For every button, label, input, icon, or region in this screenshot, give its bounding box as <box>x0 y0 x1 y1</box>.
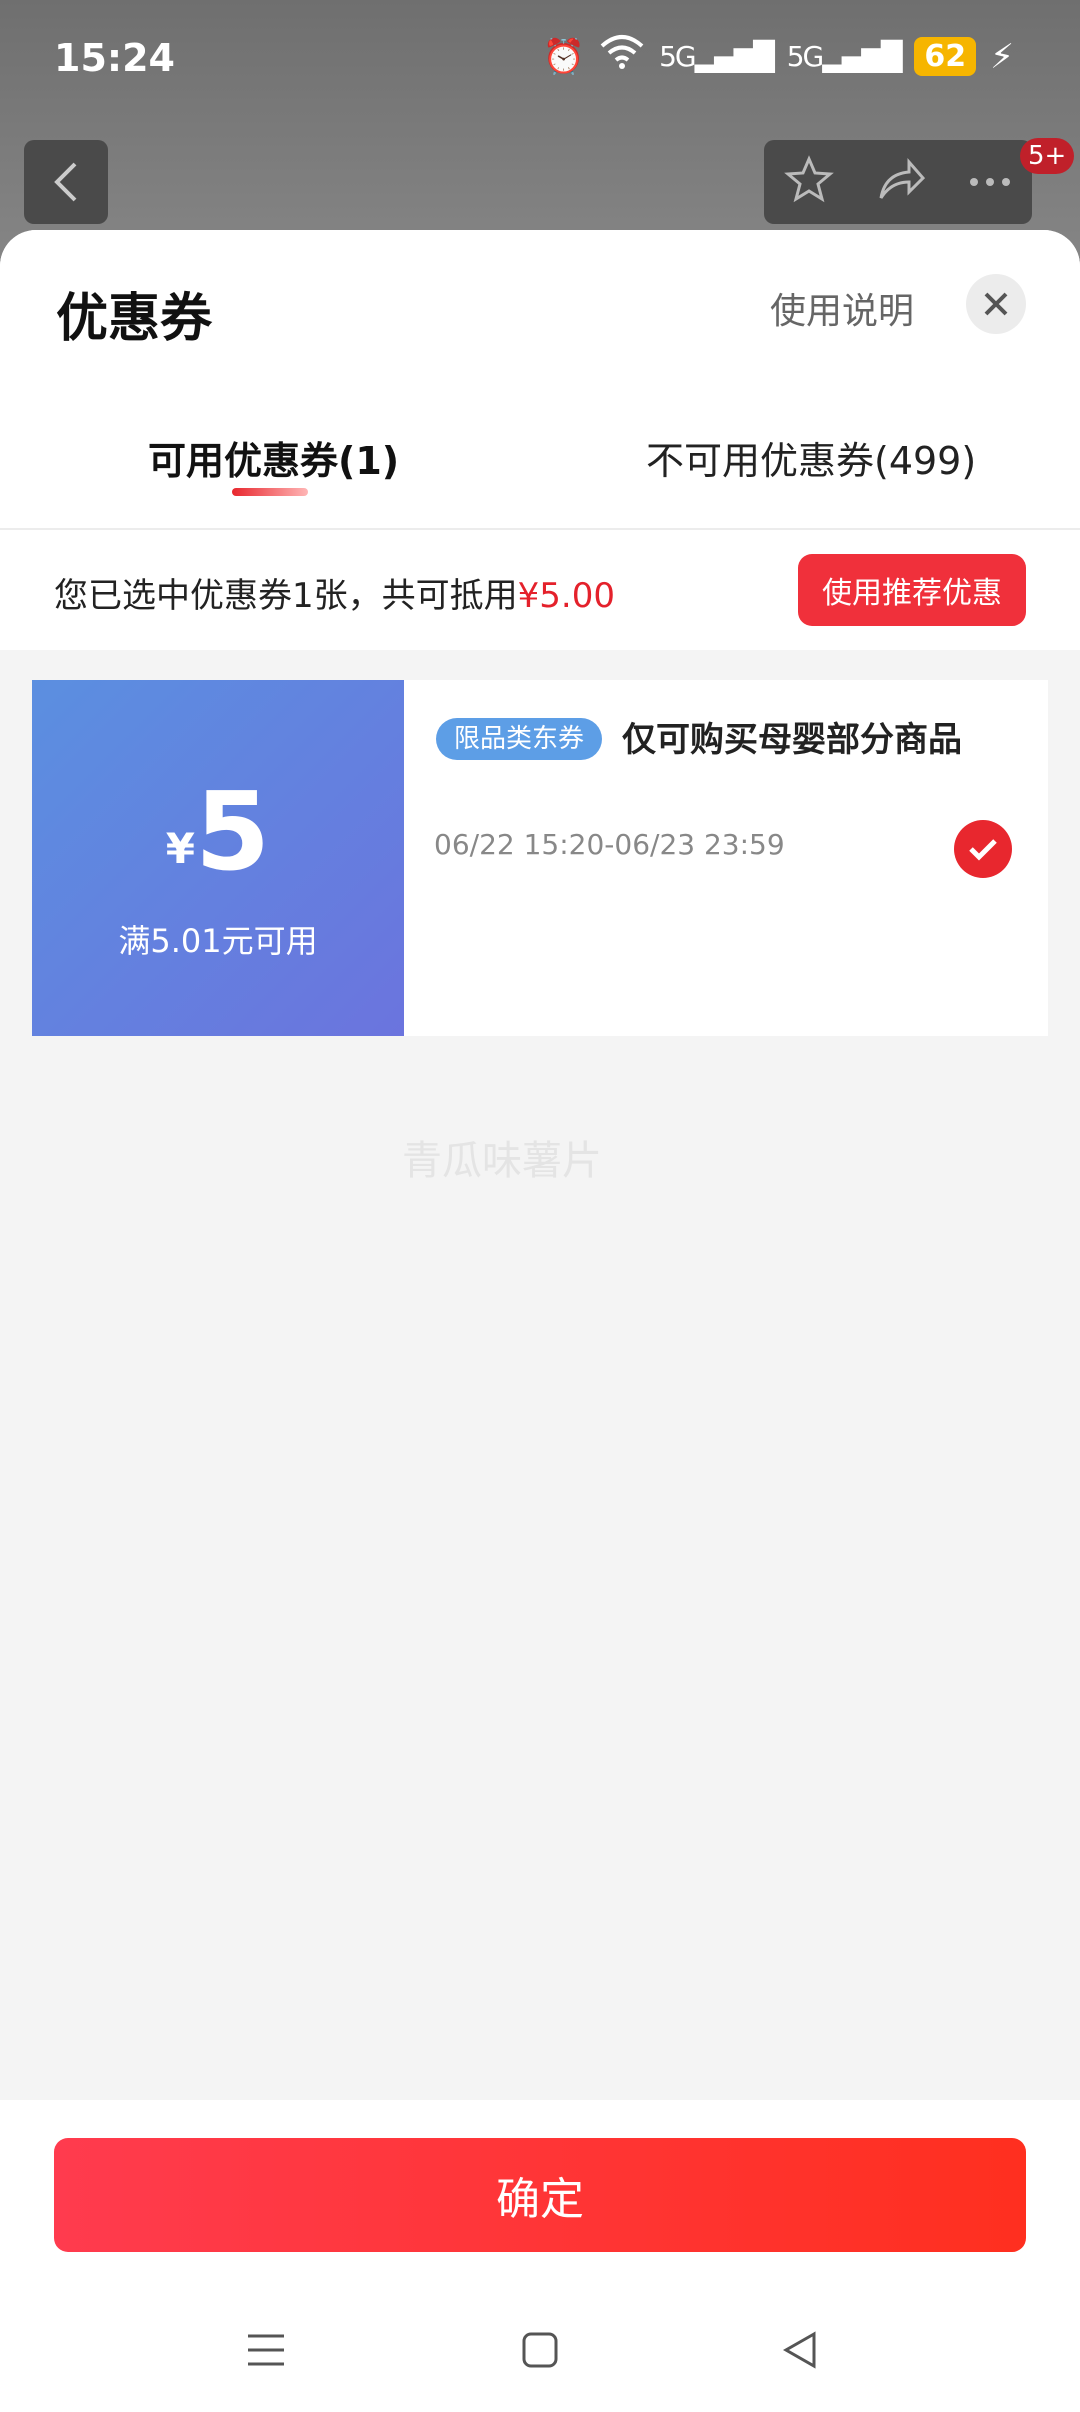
coupon-validity: 06/22 15:20-06/23 23:59 <box>434 828 785 861</box>
signal-icon-2: 5G▂▄▆█ <box>786 40 903 73</box>
sheet-title: 优惠券 <box>56 289 213 349</box>
tab-unavailable-coupons[interactable]: 不可用优惠券(499) <box>646 430 976 485</box>
sheet-footer: 确定 <box>0 2100 1080 2412</box>
coupon-card[interactable]: ¥5 满5.01元可用 仅可购买母婴部分商品 限品类东券 06/22 15:20… <box>24 680 1048 1036</box>
favorite-button[interactable] <box>784 155 835 209</box>
currency-symbol: ¥ <box>165 824 196 873</box>
share-icon <box>879 158 926 199</box>
back-nav-button[interactable] <box>770 2320 830 2380</box>
coupon-selected-checkbox[interactable] <box>954 820 1012 878</box>
system-navigation-bar <box>0 2300 1080 2412</box>
usage-instructions-link[interactable]: 使用说明 <box>770 282 914 334</box>
star-icon <box>784 155 835 203</box>
tab-available-coupons[interactable]: 可用优惠券(1) <box>148 430 399 485</box>
summary-text: 您已选中优惠券1张，共可抵用¥5.00 <box>54 568 615 617</box>
coupon-amount: 5 <box>195 770 271 895</box>
close-button[interactable] <box>966 274 1026 334</box>
sheet-header: 优惠券 使用说明 可用优惠券(1) 不可用优惠券(499) <box>0 230 1080 530</box>
summary-prefix: 您已选中优惠券1张，共可抵用 <box>54 576 518 616</box>
alarm-icon: ⏰ <box>542 36 586 77</box>
more-icon <box>969 177 1010 186</box>
chevron-left-icon <box>54 162 77 202</box>
use-recommended-button[interactable]: 使用推荐优惠 <box>798 554 1026 626</box>
active-tab-indicator <box>232 488 308 496</box>
selection-summary: 您已选中优惠券1张，共可抵用¥5.00 使用推荐优惠 <box>0 530 1080 650</box>
triangle-back-icon <box>782 2331 816 2369</box>
status-bar: 15:24 ⏰ 5G▂▄▆█ 5G▂▄▆█ 62 ⚡ <box>0 0 1080 120</box>
coupon-sheet: 优惠券 使用说明 可用优惠券(1) 不可用优惠券(499) 您已选中优惠券1张，… <box>0 230 1080 2412</box>
wifi-icon <box>599 34 645 79</box>
status-time: 15:24 <box>54 36 175 80</box>
top-actions <box>764 140 1032 224</box>
battery-indicator: 62 <box>914 37 977 76</box>
summary-amount: ¥5.00 <box>517 576 615 616</box>
notification-badge: 5+ <box>1020 138 1075 174</box>
confirm-button[interactable]: 确定 <box>54 2138 1026 2252</box>
coupon-condition: 满5.01元可用 <box>118 922 318 960</box>
share-button[interactable] <box>875 158 927 206</box>
recent-apps-button[interactable] <box>236 2320 296 2380</box>
coupon-value-panel: ¥5 满5.01元可用 <box>24 680 404 1036</box>
menu-icon <box>248 2334 284 2366</box>
charging-icon: ⚡ <box>990 36 1014 77</box>
close-icon <box>984 292 1008 316</box>
check-icon <box>969 839 997 861</box>
home-button[interactable] <box>510 2320 570 2380</box>
signal-icon: 5G▂▄▆█ <box>659 40 775 73</box>
more-button[interactable] <box>968 173 1012 192</box>
coupon-category-tag: 限品类东券 <box>436 718 603 760</box>
home-square-icon <box>522 2332 558 2368</box>
coupon-value: ¥5 <box>32 770 404 895</box>
status-icons: ⏰ 5G▂▄▆█ 5G▂▄▆█ 62 ⚡ <box>543 34 1014 79</box>
back-button[interactable] <box>24 140 108 224</box>
watermark-text: 青瓜味薯片 <box>402 1138 602 1184</box>
